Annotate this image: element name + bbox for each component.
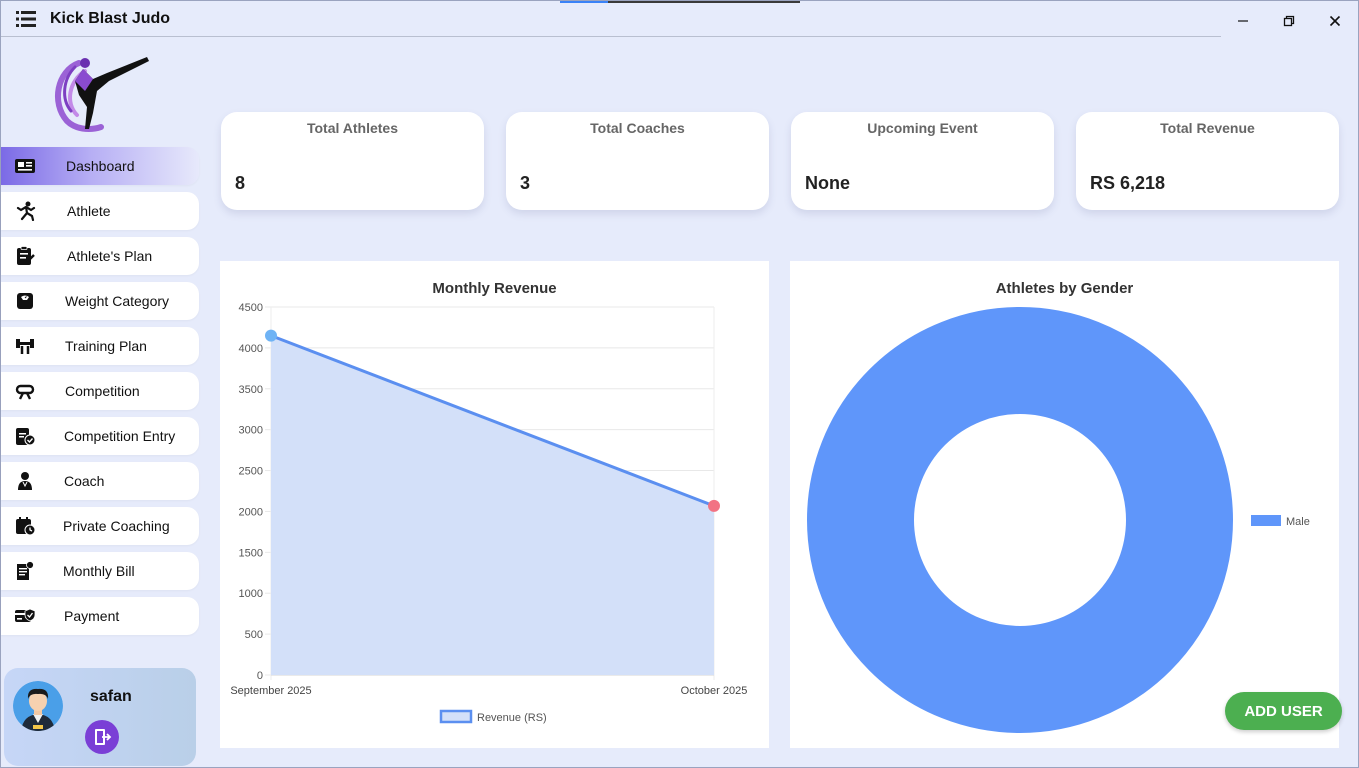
sidebar-item-label: Payment	[64, 608, 120, 624]
bill-icon	[17, 561, 34, 580]
sidebar-item-label: Coach	[64, 473, 105, 489]
stat-card-total-coaches: Total Coaches 3	[506, 112, 769, 210]
legend-label: Revenue (RS)	[477, 712, 547, 724]
sidebar-item-label: Monthly Bill	[63, 563, 135, 579]
sidebar-item-athlete[interactable]: Athlete	[1, 192, 199, 230]
stat-title: Total Athletes	[306, 120, 398, 136]
legend-label: Male	[1286, 516, 1310, 528]
sidebar-item-coach[interactable]: Coach	[1, 462, 199, 500]
y-tick-label: 4000	[239, 343, 263, 355]
y-tick-label: 1500	[239, 547, 263, 559]
gender-chart-panel: Athletes by Gender Male	[790, 261, 1339, 748]
stat-title: Total Coaches	[590, 120, 685, 136]
sidebar-item-label: Dashboard	[66, 158, 135, 174]
app-title: Kick Blast Judo	[50, 10, 171, 27]
stat-card-upcoming-event: Upcoming Event None	[791, 112, 1054, 210]
stat-value: 8	[235, 173, 246, 193]
sidebar-item-dashboard[interactable]: Dashboard	[1, 147, 199, 185]
y-tick-label: 2000	[239, 506, 263, 518]
minimize-button[interactable]	[1220, 7, 1266, 35]
sidebar-item-competition[interactable]: Competition	[1, 372, 199, 410]
plan-icon	[17, 246, 35, 265]
sidebar-item-weight-category[interactable]: Weight Category	[1, 282, 199, 320]
calendar-clock-icon	[16, 517, 36, 536]
y-tick-label: 0	[257, 670, 263, 682]
title-divider	[1, 36, 1221, 37]
sidebar-item-label: Training Plan	[65, 338, 147, 354]
minimize-icon	[1238, 20, 1248, 22]
close-icon	[1329, 15, 1341, 27]
dashboard-icon	[15, 159, 35, 173]
avatar	[13, 681, 63, 731]
y-tick-label: 2500	[239, 466, 263, 478]
x-tick-label: October 2025	[681, 685, 748, 697]
donut-slice	[807, 307, 1233, 733]
sidebar-item-competition-entry[interactable]: Competition Entry	[1, 417, 199, 455]
stat-title: Upcoming Event	[867, 120, 978, 136]
stat-title: Total Revenue	[1160, 120, 1255, 136]
close-button[interactable]	[1312, 7, 1358, 35]
list-menu-icon[interactable]	[16, 11, 36, 27]
revenue-area	[271, 335, 714, 675]
stat-value: RS 6,218	[1090, 173, 1166, 193]
stat-value: None	[805, 173, 850, 193]
y-tick-label: 3000	[239, 425, 263, 437]
data-point	[708, 499, 720, 512]
restore-icon	[1283, 15, 1295, 27]
y-tick-label: 1000	[239, 588, 263, 600]
sidebar-item-label: Competition	[65, 383, 140, 399]
sidebar-item-private-coaching[interactable]: Private Coaching	[1, 507, 199, 545]
clipboard-check-icon	[16, 428, 36, 446]
stat-value: 3	[520, 173, 531, 193]
data-point	[265, 329, 277, 342]
sidebar-item-label: Athlete's Plan	[67, 248, 153, 264]
top-accent-bar-blue	[560, 1, 608, 3]
user-card: safan	[4, 668, 196, 766]
belt-icon	[15, 384, 35, 400]
revenue-line-chart: 0 500 1000 1500 2000 2500 3000 3500 4000 4500 Sept…	[230, 302, 748, 724]
scale-icon	[17, 293, 33, 309]
y-tick-label: 4500	[239, 302, 263, 314]
logout-icon	[95, 729, 112, 745]
user-avatar-icon	[13, 681, 63, 731]
judo-logo	[55, 57, 149, 132]
sidebar-item-label: Competition Entry	[64, 428, 176, 444]
x-tick-label: September 2025	[230, 685, 311, 697]
sidebar-item-label: Athlete	[67, 203, 111, 219]
stat-card-total-athletes: Total Athletes 8	[221, 112, 484, 210]
maximize-button[interactable]	[1266, 7, 1312, 35]
athlete-icon	[16, 201, 36, 221]
gender-donut-chart: Male	[807, 307, 1310, 733]
sidebar-item-payment[interactable]: Payment	[1, 597, 199, 635]
legend-swatch	[439, 709, 473, 724]
revenue-chart-panel: Monthly Revenue 0 500 1000 1500 2000 2500 3000…	[220, 261, 769, 748]
sidebar-item-label: Weight Category	[65, 293, 170, 309]
payment-icon	[15, 608, 36, 622]
sidebar-item-monthly-bill[interactable]: Monthly Bill	[1, 552, 199, 590]
logout-button[interactable]	[85, 720, 119, 754]
sidebar-item-training-plan[interactable]: Training Plan	[1, 327, 199, 365]
coach-icon	[18, 472, 32, 490]
user-name: safan	[90, 688, 132, 705]
title-bar: Kick Blast Judo	[1, 1, 1358, 37]
add-user-button[interactable]: ADD USER	[1225, 692, 1342, 730]
legend-swatch	[1251, 515, 1281, 526]
sidebar-item-athletes-plan[interactable]: Athlete's Plan	[1, 237, 199, 275]
y-tick-label: 3500	[239, 384, 263, 396]
dumbbell-icon	[16, 339, 34, 354]
stat-card-total-revenue: Total Revenue RS 6,218	[1076, 112, 1339, 210]
sidebar-item-label: Private Coaching	[63, 518, 170, 534]
y-tick-label: 500	[245, 629, 263, 641]
